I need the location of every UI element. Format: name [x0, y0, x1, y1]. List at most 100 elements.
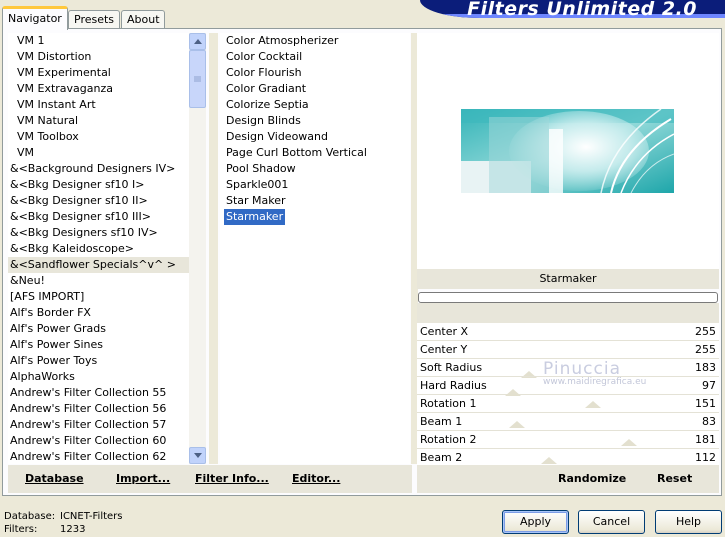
category-item[interactable]: [AFS IMPORT] — [8, 289, 189, 305]
preview-area — [417, 33, 719, 269]
help-button[interactable]: Help — [655, 510, 722, 534]
parameter-value: 181 — [695, 433, 716, 446]
scroll-down-button[interactable] — [189, 447, 206, 464]
category-item[interactable]: VM Distortion — [8, 49, 189, 65]
filter-item[interactable]: Sparkle001 — [220, 177, 288, 193]
parameter-name: Beam 2 — [420, 451, 463, 464]
scroll-up-button[interactable] — [189, 33, 206, 50]
category-item[interactable]: &Neu! — [8, 273, 189, 289]
category-item[interactable]: &<Bkg Kaleidoscope> — [8, 241, 189, 257]
category-item[interactable]: &<Sandflower Specials^v^ > — [8, 257, 189, 273]
import-button[interactable]: Import... — [116, 472, 170, 485]
chevron-down-icon — [193, 453, 202, 458]
parameter-value: 255 — [695, 325, 716, 338]
left-button-bar: Database Import... Filter Info... Editor… — [8, 465, 412, 493]
category-item[interactable]: &<Bkg Designer sf10 I> — [8, 177, 189, 193]
parameter-row[interactable]: Rotation 2 181 — [417, 431, 719, 449]
parameter-value: 83 — [702, 415, 716, 428]
category-item[interactable]: Alf's Power Sines — [8, 337, 189, 353]
parameter-row[interactable]: Hard Radius 97 — [417, 377, 719, 395]
filter-item[interactable]: Color Flourish — [220, 65, 302, 81]
splitter[interactable] — [209, 33, 218, 464]
filter-item-label: Star Maker — [226, 194, 286, 207]
filter-info-button[interactable]: Filter Info... — [195, 472, 269, 485]
scroll-thumb[interactable] — [189, 50, 206, 108]
category-item[interactable]: Alf's Power Toys — [8, 353, 189, 369]
parameter-value: 112 — [695, 451, 716, 464]
filter-item-label: Design Videowand — [226, 130, 328, 143]
progress-bar — [418, 292, 718, 303]
filter-item[interactable]: Page Curl Bottom Vertical — [220, 145, 367, 161]
editor-button[interactable]: Editor... — [292, 472, 340, 485]
filter-item[interactable]: Pool Shadow — [220, 161, 296, 177]
filter-item-label: Colorize Septia — [226, 98, 309, 111]
category-item[interactable]: Andrew's Filter Collection 57 — [8, 417, 189, 433]
tab-navigator[interactable]: Navigator — [2, 6, 68, 30]
filter-item-label: Starmaker — [224, 209, 286, 225]
parameter-row[interactable]: Center X 255 — [417, 323, 719, 341]
category-item[interactable]: VM 1 — [8, 33, 189, 49]
parameter-row[interactable]: Beam 2 112 — [417, 449, 719, 465]
category-item[interactable]: Andrew's Filter Collection 56 — [8, 401, 189, 417]
filter-item-label: Color Cocktail — [226, 50, 303, 63]
category-item[interactable]: VM Toolbox — [8, 129, 189, 145]
category-scrollbar[interactable] — [189, 33, 206, 464]
parameter-name: Rotation 2 — [420, 433, 477, 446]
category-item[interactable]: Alf's Power Grads — [8, 321, 189, 337]
reset-button[interactable]: Reset — [657, 472, 692, 485]
filter-item[interactable]: Color Gradiant — [220, 81, 306, 97]
filter-list[interactable]: Color Atmospherizer Color Cocktail Color F… — [220, 33, 410, 464]
category-item[interactable]: VM — [8, 145, 189, 161]
filter-item-label: Color Flourish — [226, 66, 302, 79]
category-item[interactable]: Andrew's Filter Collection 60 — [8, 433, 189, 449]
database-button[interactable]: Database — [25, 472, 84, 485]
parameter-name: Soft Radius — [420, 361, 483, 374]
parameter-value: 255 — [695, 343, 716, 356]
category-item[interactable]: VM Instant Art — [8, 97, 189, 113]
filter-item[interactable]: Star Maker — [220, 193, 286, 209]
category-item[interactable]: &<Bkg Designer sf10 III> — [8, 209, 189, 225]
filter-item[interactable]: Colorize Septia — [220, 97, 309, 113]
parameter-row[interactable]: Beam 1 83 — [417, 413, 719, 431]
parameter-row[interactable]: Rotation 1 151 — [417, 395, 719, 413]
filter-item-label: Sparkle001 — [226, 178, 289, 191]
database-label: Database: — [4, 511, 56, 522]
filter-item-label: Color Gradiant — [226, 82, 307, 95]
cancel-button[interactable]: Cancel — [578, 510, 645, 534]
grip-icon — [194, 76, 201, 82]
category-item[interactable]: VM Extravaganza — [8, 81, 189, 97]
parameter-value: 97 — [702, 379, 716, 392]
filters-count-value: 1233 — [60, 524, 86, 535]
randomize-button[interactable]: Randomize — [558, 472, 626, 485]
parameter-row[interactable]: Soft Radius 183 — [417, 359, 719, 377]
category-item[interactable]: Alf's Border FX — [8, 305, 189, 321]
preview-thumbnail — [461, 109, 674, 193]
parameter-name: Rotation 1 — [420, 397, 477, 410]
filter-item[interactable]: Design Videowand — [220, 129, 328, 145]
apply-button[interactable]: Apply — [502, 510, 569, 534]
tab-about[interactable]: About — [121, 10, 165, 29]
category-item[interactable]: AlphaWorks — [8, 369, 189, 385]
filter-item[interactable]: Color Atmospherizer — [220, 33, 338, 49]
category-list[interactable]: VM 1 VM Distortion VM Experimental VM Extra… — [8, 33, 189, 464]
category-item[interactable]: VM Experimental — [8, 65, 189, 81]
filter-item[interactable]: Design Blinds — [220, 113, 301, 129]
category-item[interactable]: &<Bkg Designers sf10 IV> — [8, 225, 189, 241]
filter-item[interactable]: Starmaker — [220, 209, 286, 225]
filter-item-label: Pool Shadow — [226, 162, 296, 175]
selected-filter-name: Starmaker — [417, 269, 719, 289]
filter-item-label: Design Blinds — [226, 114, 301, 127]
parameter-row[interactable]: Center Y 255 — [417, 341, 719, 359]
parameter-name: Beam 1 — [420, 415, 463, 428]
database-value: ICNET-Filters — [60, 511, 123, 522]
category-item[interactable]: Andrew's Filter Collection 62 — [8, 449, 189, 464]
category-item[interactable]: &<Bkg Designer sf10 II> — [8, 193, 189, 209]
tab-presets[interactable]: Presets — [68, 10, 120, 29]
category-item[interactable]: VM Natural — [8, 113, 189, 129]
category-item[interactable]: Andrew's Filter Collection 55 — [8, 385, 189, 401]
app-title: Filters Unlimited 2.0 — [467, 0, 697, 18]
filter-item[interactable]: Color Cocktail — [220, 49, 302, 65]
param-spacer — [417, 303, 719, 323]
slider-marker — [509, 421, 525, 428]
category-item[interactable]: &<Background Designers IV> — [8, 161, 189, 177]
